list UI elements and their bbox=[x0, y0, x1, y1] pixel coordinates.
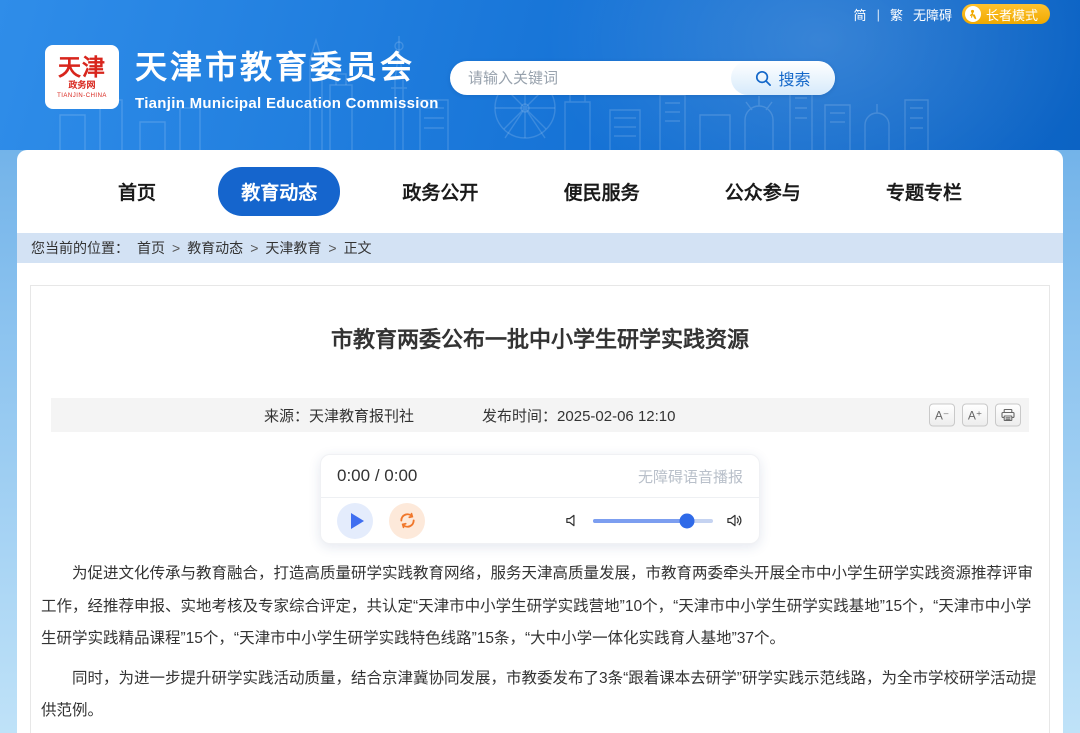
audio-player-header: 0:00 / 0:00 无障碍语音播报 bbox=[321, 455, 759, 498]
page: 简 | 繁 无障碍 长者模式 天津 政务网 TIANJIN-CHINA 天津市教… bbox=[0, 0, 1080, 733]
elder-mode-button[interactable]: 长者模式 bbox=[962, 4, 1050, 24]
time-label: 发布时间： bbox=[482, 408, 557, 425]
breadcrumb-link[interactable]: 教育动态 bbox=[187, 238, 243, 258]
main-card: 首页教育动态政务公开便民服务公众参与专题专栏 您当前的位置： 首页>教育动态>天… bbox=[17, 150, 1063, 733]
nav-item-edu-news[interactable]: 教育动态 bbox=[218, 167, 340, 216]
breadcrumb-separator: > bbox=[172, 240, 180, 256]
site-title-english: Tianjin Municipal Education Commission bbox=[135, 95, 439, 112]
topbar-divider: | bbox=[877, 7, 880, 22]
breadcrumb-link: 正文 bbox=[344, 238, 372, 258]
simplified-chinese-link[interactable]: 简 bbox=[854, 5, 867, 24]
utility-topbar: 简 | 繁 无障碍 长者模式 bbox=[854, 4, 1050, 24]
breadcrumb-separator: > bbox=[250, 240, 258, 256]
audio-time-separator: / bbox=[370, 466, 384, 485]
article-publish-time: 发布时间：2025-02-06 12:10 bbox=[482, 405, 675, 426]
volume-mute-icon[interactable] bbox=[565, 513, 580, 528]
play-icon bbox=[351, 513, 364, 529]
article-title: 市教育两委公布一批中小学生研学实践资源 bbox=[41, 322, 1039, 354]
search-input[interactable] bbox=[450, 61, 731, 95]
breadcrumb-link[interactable]: 首页 bbox=[137, 238, 165, 258]
article-toolbar: A⁻ A⁺ bbox=[929, 404, 1021, 427]
article-paragraph: 同时，为进一步提升研学实践活动质量，结合京津冀协同发展，市教委发布了3条“跟着课… bbox=[41, 663, 1039, 728]
seal-sub-text: 政务网 bbox=[68, 81, 95, 90]
site-title: 天津市教育委员会 bbox=[135, 42, 439, 88]
volume-controls bbox=[565, 513, 743, 528]
breadcrumb-separator: > bbox=[328, 240, 336, 256]
nav-item-services[interactable]: 便民服务 bbox=[541, 167, 663, 216]
breadcrumb-items: 首页 > 教育动态 > 天津教育 > 正文 bbox=[137, 238, 372, 258]
article-meta-bar: 来源：天津教育报刊社 发布时间：2025-02-06 12:10 A⁻ A⁺ bbox=[51, 398, 1029, 432]
volume-thumb[interactable] bbox=[679, 513, 694, 528]
article-body: 为促进文化传承与教育融合，打造高质量研学实践教育网络，服务天津高质量发展，市教育… bbox=[41, 558, 1039, 733]
elder-mode-label: 长者模式 bbox=[986, 5, 1038, 24]
site-search: 搜索 bbox=[450, 61, 835, 95]
breadcrumb: 您当前的位置： 首页 > 教育动态 > 天津教育 > 正文 bbox=[17, 233, 1063, 263]
source-label: 来源： bbox=[264, 408, 309, 425]
traditional-chinese-link[interactable]: 繁 bbox=[890, 5, 903, 24]
elder-person-icon bbox=[965, 6, 981, 22]
content-area: 市教育两委公布一批中小学生研学实践资源 来源：天津教育报刊社 发布时间：2025… bbox=[17, 263, 1063, 733]
audio-time-display: 0:00 / 0:00 bbox=[337, 466, 417, 486]
volume-loud-icon[interactable] bbox=[726, 513, 743, 528]
nav-item-home[interactable]: 首页 bbox=[95, 167, 179, 216]
nav-item-participation[interactable]: 公众参与 bbox=[702, 167, 824, 216]
article-container: 市教育两委公布一批中小学生研学实践资源 来源：天津教育报刊社 发布时间：2025… bbox=[30, 285, 1050, 733]
brand-block: 天津 政务网 TIANJIN-CHINA 天津市教育委员会 Tianjin Mu… bbox=[45, 42, 439, 112]
article-source: 来源：天津教育报刊社 bbox=[264, 405, 414, 426]
volume-fill bbox=[593, 519, 687, 523]
printer-icon bbox=[1001, 409, 1015, 422]
search-button-label: 搜索 bbox=[778, 66, 810, 90]
breadcrumb-prefix: 您当前的位置： bbox=[31, 238, 129, 258]
print-button[interactable] bbox=[995, 404, 1021, 427]
seal-caption-text: TIANJIN-CHINA bbox=[57, 93, 107, 99]
audio-time-total: 0:00 bbox=[384, 466, 417, 485]
volume-slider[interactable] bbox=[593, 519, 713, 523]
audio-player: 0:00 / 0:00 无障碍语音播报 bbox=[320, 454, 760, 544]
play-button[interactable] bbox=[337, 503, 373, 539]
nav-item-gov-info[interactable]: 政务公开 bbox=[379, 167, 501, 216]
accessibility-link[interactable]: 无障碍 bbox=[913, 5, 952, 24]
seal-main-text: 天津 bbox=[58, 56, 106, 79]
site-title-block: 天津市教育委员会 Tianjin Municipal Education Com… bbox=[135, 42, 439, 112]
font-increase-button[interactable]: A⁺ bbox=[962, 404, 988, 427]
time-value: 2025-02-06 12:10 bbox=[557, 408, 675, 425]
audio-time-current: 0:00 bbox=[337, 466, 370, 485]
font-decrease-button[interactable]: A⁻ bbox=[929, 404, 955, 427]
search-icon bbox=[755, 70, 772, 87]
loop-icon bbox=[398, 511, 417, 530]
article-paragraph: 为促进文化传承与教育融合，打造高质量研学实践教育网络，服务天津高质量发展，市教育… bbox=[41, 558, 1039, 656]
nav-item-topics[interactable]: 专题专栏 bbox=[863, 167, 985, 216]
source-value: 天津教育报刊社 bbox=[309, 408, 414, 425]
audio-caption: 无障碍语音播报 bbox=[638, 466, 743, 487]
search-button[interactable]: 搜索 bbox=[731, 61, 835, 95]
tianjin-gov-seal-logo: 天津 政务网 TIANJIN-CHINA bbox=[45, 45, 119, 109]
site-header: 简 | 繁 无障碍 长者模式 天津 政务网 TIANJIN-CHINA 天津市教… bbox=[0, 0, 1080, 150]
replay-button[interactable] bbox=[389, 503, 425, 539]
main-nav: 首页教育动态政务公开便民服务公众参与专题专栏 bbox=[17, 150, 1063, 233]
breadcrumb-link[interactable]: 天津教育 bbox=[265, 238, 321, 258]
audio-player-controls bbox=[321, 498, 759, 543]
